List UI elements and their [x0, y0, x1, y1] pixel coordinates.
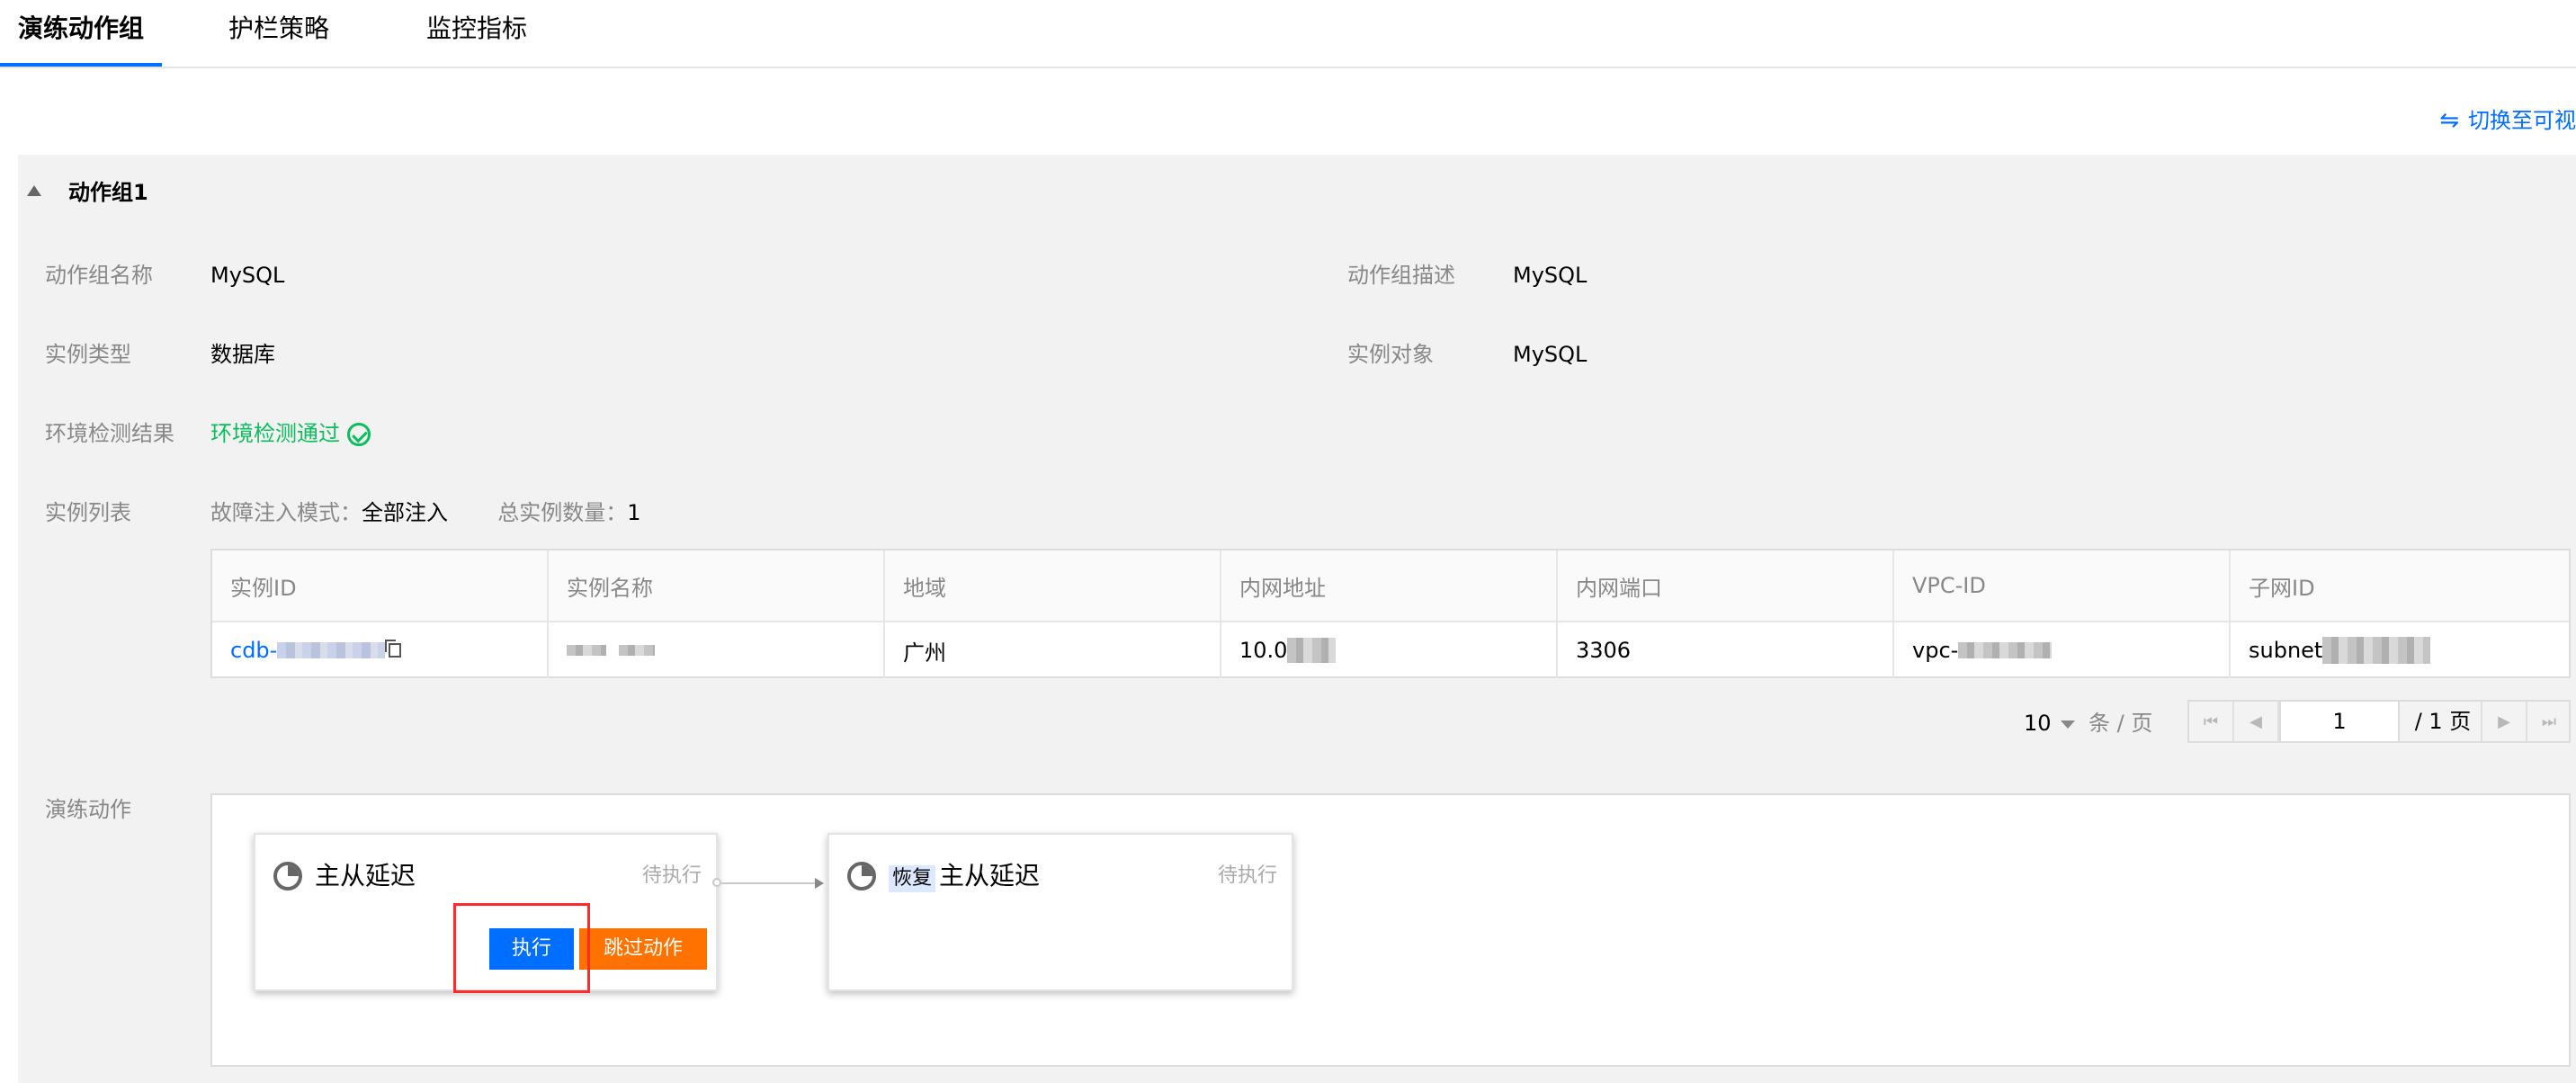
pie-chart-icon	[847, 862, 876, 891]
env-check-result: 环境检测通过	[210, 417, 371, 450]
col-subnet-id: 子网ID	[2249, 575, 2315, 601]
pie-chart-icon	[273, 862, 302, 891]
col-private-ip: 内网地址	[1221, 550, 1558, 621]
drill-actions-area: 主从延迟 待执行 执行 跳过动作 恢复 主从延迟 待执行	[210, 793, 2571, 1067]
redacted-instance-name	[567, 645, 606, 656]
redacted-subnet-id	[2322, 637, 2431, 664]
action-card-title-text: 主从延迟	[939, 861, 1041, 891]
arrow-right-icon	[815, 878, 824, 889]
col-instance-name: 实例名称	[549, 550, 885, 621]
first-page-icon[interactable]: ⏮	[2189, 702, 2234, 741]
action-card-title: 主从延迟	[315, 861, 416, 891]
instance-list-meta: 故障注入模式：全部注入 总实例数量：1	[210, 497, 641, 529]
page-size-unit: 条 / 页	[2089, 711, 2153, 736]
col-region: 地域	[885, 550, 1221, 621]
cell-private-port: 3306	[1558, 622, 1894, 678]
check-circle-icon	[347, 423, 371, 446]
redacted-instance-id	[277, 642, 386, 658]
env-check-label: 环境检测结果	[45, 421, 174, 446]
instance-target-label: 实例对象	[1347, 342, 1434, 367]
total-instances-label: 总实例数量：	[497, 500, 628, 525]
action-card-master-slave-delay[interactable]: 主从延迟 待执行 执行 跳过动作	[254, 833, 718, 993]
col-instance-id: 实例ID	[212, 550, 549, 621]
cell-subnet-id: subnet	[2231, 622, 2569, 678]
cell-vpc-id: vpc-	[1894, 622, 2231, 678]
recover-tag: 恢复	[889, 865, 936, 892]
redacted-vpc-id	[1958, 642, 2053, 658]
subnet-id-prefix: subnet	[2249, 638, 2323, 663]
switch-view-label: 切换至可视	[2468, 108, 2576, 133]
collapse-caret-icon[interactable]	[27, 185, 41, 196]
next-page-icon[interactable]: ▶	[2481, 702, 2526, 741]
instance-type-label: 实例类型	[45, 342, 131, 367]
env-check-text: 环境检测通过	[210, 421, 340, 446]
instance-table: 实例ID 实例名称 地域 内网地址 内网端口 VPC-ID 子网ID cdb- …	[210, 549, 2571, 678]
group-name-label: 动作组名称	[45, 263, 153, 288]
private-ip-prefix: 10.0	[1239, 638, 1288, 663]
vpc-id-prefix: vpc-	[1912, 638, 1959, 663]
cell-instance-id[interactable]: cdb-	[212, 622, 549, 678]
chevron-down-icon	[2060, 720, 2075, 729]
drill-actions-label: 演练动作	[45, 797, 131, 822]
connector-dot	[712, 878, 721, 887]
col-private-port: 内网端口	[1558, 550, 1894, 621]
group-desc-value: MySQL	[1513, 263, 1588, 288]
copy-icon[interactable]	[385, 640, 402, 658]
total-instances-value: 1	[627, 500, 641, 525]
instance-id-link[interactable]: cdb-	[230, 638, 277, 663]
action-card-status: 待执行	[641, 864, 702, 887]
pager: ⏮ ◀ 1 / 1 页 ▶ ⏭	[2187, 700, 2571, 743]
switch-arrows-icon: ⇋	[2439, 107, 2459, 134]
instance-list-label: 实例列表	[45, 500, 131, 525]
tab-drill-action-group[interactable]: 演练动作组	[18, 11, 144, 47]
tab-guardrail-policy[interactable]: 护栏策略	[228, 11, 329, 47]
page-size-value: 10	[2024, 711, 2052, 736]
action-card-status: 待执行	[1217, 864, 1277, 887]
redacted-instance-name	[619, 645, 655, 656]
instance-target-value: MySQL	[1513, 342, 1588, 367]
action-group-title: 动作组1	[68, 180, 148, 205]
cell-private-ip: 10.0	[1221, 622, 1558, 678]
group-name-value: MySQL	[210, 263, 285, 288]
page-number-input[interactable]: 1	[2279, 702, 2400, 741]
flow-connector	[721, 882, 818, 884]
inject-mode-value: 全部注入	[362, 500, 448, 525]
active-tab-indicator	[0, 63, 162, 67]
instance-type-value: 数据库	[210, 342, 275, 367]
group-desc-label: 动作组描述	[1347, 263, 1455, 288]
action-card-title: 恢复 主从延迟	[889, 858, 1040, 894]
cell-instance-name	[549, 622, 885, 678]
last-page-icon[interactable]: ⏭	[2526, 702, 2571, 741]
table-row: cdb- 广州 10.0 3306 vpc- subnet	[212, 622, 2569, 678]
cell-region: 广州	[885, 622, 1221, 678]
prev-page-icon[interactable]: ◀	[2234, 702, 2279, 741]
skip-action-button[interactable]: 跳过动作	[579, 928, 707, 970]
action-card-recover-master-slave-delay[interactable]: 恢复 主从延迟 待执行	[827, 833, 1293, 991]
switch-view-link[interactable]: ⇋ 切换至可视	[2439, 104, 2576, 137]
col-vpc-id: VPC-ID	[1894, 550, 2231, 621]
page-size-select[interactable]: 10	[2024, 707, 2075, 739]
redacted-private-ip	[1287, 638, 1337, 663]
table-header-row: 实例ID 实例名称 地域 内网地址 内网端口 VPC-ID 子网ID	[212, 550, 2569, 622]
tab-monitor-metrics[interactable]: 监控指标	[426, 11, 527, 47]
execute-button[interactable]: 执行	[489, 928, 574, 970]
tab-bar: 演练动作组 护栏策略 监控指标	[0, 0, 2576, 68]
inject-mode-label: 故障注入模式：	[210, 500, 362, 525]
page-total: / 1 页	[2414, 709, 2472, 734]
